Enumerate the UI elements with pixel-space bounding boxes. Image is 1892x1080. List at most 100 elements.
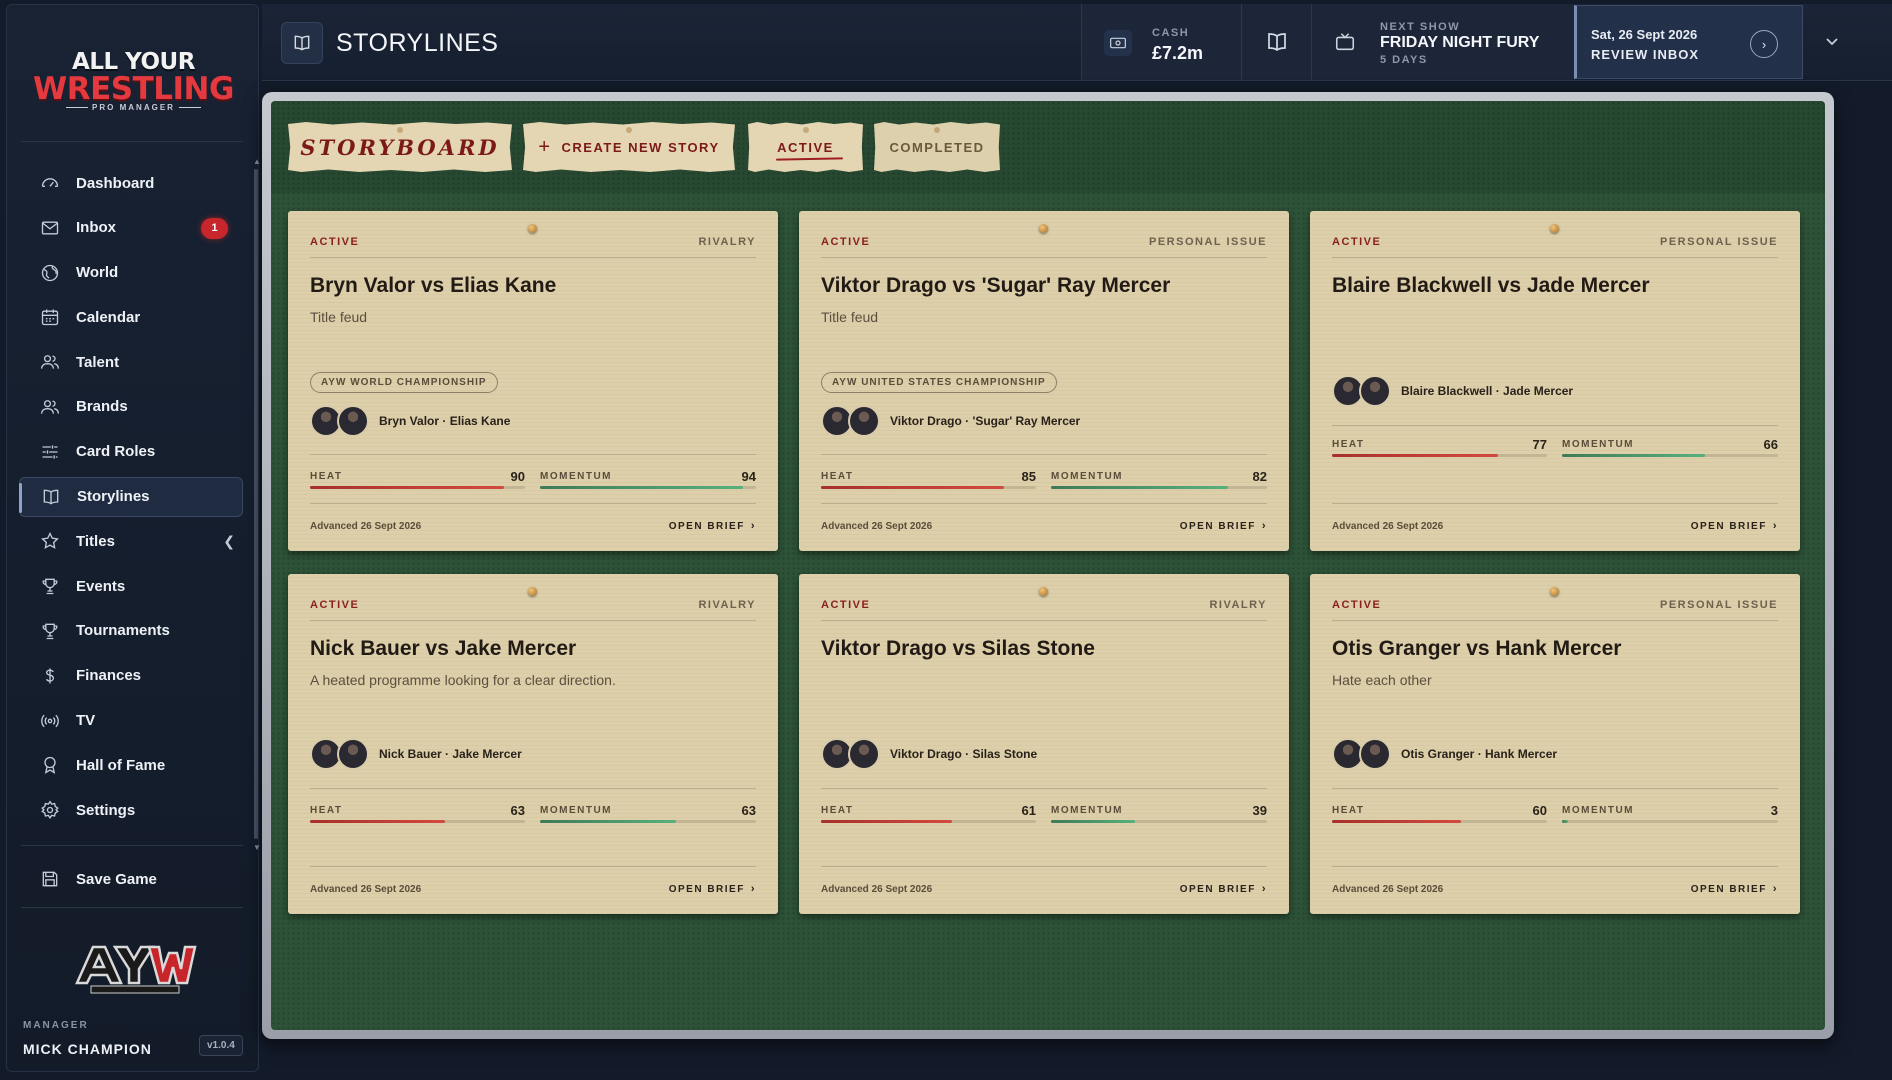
participants: Nick Bauer · Jake Mercer [310,738,522,770]
storyline-type: PERSONAL ISSUE [1660,599,1778,611]
last-advanced-date: Advanced 26 Sept 2026 [1332,884,1444,895]
storyline-card[interactable]: ACTIVE RIVALRY Viktor Drago vs Silas Stone… [799,574,1289,914]
last-advanced-date: Advanced 26 Sept 2026 [821,521,933,532]
cash-display: CASH £7.2m [1081,4,1242,80]
sidebar-item-label: Titles [76,532,115,550]
storyline-title: Bryn Valor vs Elias Kane [310,274,557,297]
sidebar-item-events[interactable]: Events [19,566,243,606]
save-game-button[interactable]: Save Game [19,859,243,899]
sidebar-item-storylines[interactable]: Storylines [19,476,243,517]
momentum-value: 66 [1763,437,1778,452]
momentum-value: 39 [1252,803,1267,818]
participants: Blaire Blackwell · Jade Mercer [1332,375,1573,407]
sidebar-item-world[interactable]: World [19,253,243,293]
divider [21,845,243,846]
dollar-icon [39,665,61,687]
sidebar-scrollbar[interactable]: ▲ ▼ [253,157,261,852]
open-brief-button[interactable]: OPEN BRIEF › [669,883,756,895]
review-inbox-button[interactable]: Sat, 26 Sept 2026 REVIEW INBOX › [1574,5,1803,79]
storyline-card[interactable]: ACTIVE PERSONAL ISSUE Otis Granger vs Hank… [1310,574,1800,914]
collapse-sidebar-icon[interactable]: ❮ [223,533,235,550]
sidebar-item-tv[interactable]: TV [19,701,243,741]
storyline-subtitle: A heated programme looking for a clear d… [310,672,616,688]
participant-names: Viktor Drago · Silas Stone [890,747,1038,761]
participant-names: Blaire Blackwell · Jade Mercer [1401,384,1574,398]
open-brief-button[interactable]: OPEN BRIEF › [1180,883,1267,895]
tab-completed[interactable]: COMPLETED [874,122,1000,172]
storyline-type: RIVALRY [698,236,756,248]
status-badge: ACTIVE [821,599,871,611]
calendar-icon [39,306,61,328]
trophy-icon [39,575,61,597]
plus-icon: + [538,135,552,158]
storyline-card[interactable]: ACTIVE RIVALRY Nick Bauer vs Jake Mercer A … [288,574,778,914]
storyline-title: Viktor Drago vs Silas Stone [821,637,1095,660]
avatar [848,738,880,770]
sidebar-item-brands[interactable]: Brands [19,387,243,427]
tv-icon [1334,31,1356,53]
cash-icon [1104,30,1132,56]
storyline-subtitle: Title feud [821,309,879,325]
storyline-card[interactable]: ACTIVE PERSONAL ISSUE Viktor Drago vs 'Sug… [799,211,1289,551]
sidebar-item-titles[interactable]: Titles ❮ [19,521,243,561]
sidebar-item-label: TV [76,712,96,730]
storyline-title: Otis Granger vs Hank Mercer [1332,637,1622,660]
sidebar-item-label: Finances [76,667,142,685]
sidebar-item-label: Brands [76,398,128,416]
chevron-right-icon[interactable]: › [1750,30,1778,58]
participants: Viktor Drago · Silas Stone [821,738,1037,770]
storyline-title: Nick Bauer vs Jake Mercer [310,637,577,660]
sidebar-item-label: World [76,264,119,282]
star-icon [39,530,61,552]
next-show-name: FRIDAY NIGHT FURY [1380,34,1540,51]
momentum-value: 3 [1770,803,1778,818]
sidebar-item-card-roles[interactable]: Card Roles [19,432,243,472]
pushpin-icon [1550,587,1559,596]
storyline-subtitle: Hate each other [1332,672,1432,688]
scrollbar-thumb[interactable] [254,169,258,839]
storyboard-heading: STORYBOARD [288,122,512,172]
storylines-shortcut-button[interactable] [1241,4,1312,80]
avatar [1359,738,1391,770]
users-icon [39,396,61,418]
open-brief-button[interactable]: OPEN BRIEF › [669,520,756,532]
book-icon [1265,30,1289,54]
sidebar-item-inbox[interactable]: Inbox 1 [19,208,243,248]
storyboard-frame: STORYBOARD + CREATE NEW STORY ACTIVE COMP… [262,92,1834,1039]
momentum-value: 63 [741,803,756,818]
sidebar-item-finances[interactable]: Finances [19,656,243,696]
save-icon [39,868,61,890]
sidebar-item-dashboard[interactable]: Dashboard [19,163,243,203]
status-badge: ACTIVE [310,236,360,248]
open-brief-button[interactable]: OPEN BRIEF › [1691,883,1778,895]
page-title: STORYLINES [336,29,499,57]
storyline-card[interactable]: ACTIVE PERSONAL ISSUE Blaire Blackwell vs … [1310,211,1800,551]
create-new-story-button[interactable]: + CREATE NEW STORY [523,122,735,172]
sidebar-item-hall-of-fame[interactable]: Hall of Fame [19,745,243,785]
sidebar-item-label: Tournaments [76,622,170,640]
menu-dropdown-button[interactable] [1803,4,1861,80]
open-brief-button[interactable]: OPEN BRIEF › [1180,520,1267,532]
avatar [1359,375,1391,407]
book-icon [40,486,62,508]
chevron-right-icon: › [1261,883,1267,895]
status-badge: ACTIVE [310,599,360,611]
pushpin-icon [528,224,537,233]
next-show-panel[interactable]: NEXT SHOW FRIDAY NIGHT FURY 5 DAYS [1311,4,1575,80]
chevron-right-icon: › [1772,520,1778,532]
avatar [337,738,369,770]
sidebar-item-label: Storylines [77,488,150,506]
storyline-card[interactable]: ACTIVE RIVALRY Bryn Valor vs Elias Kane Tit… [288,211,778,551]
sidebar-item-settings[interactable]: Settings [19,790,243,830]
sidebar-item-talent[interactable]: Talent [19,342,243,382]
storyline-title: Blaire Blackwell vs Jade Mercer [1332,274,1650,297]
sidebar-item-calendar[interactable]: Calendar [19,297,243,337]
sidebar-item-tournaments[interactable]: Tournaments [19,611,243,651]
storyline-title: Viktor Drago vs 'Sugar' Ray Mercer [821,274,1171,297]
chevron-right-icon: › [1772,883,1778,895]
sidebar-item-label: Hall of Fame [76,756,166,774]
tab-active[interactable]: ACTIVE [748,122,863,172]
ayw-logo [71,939,199,995]
open-brief-button[interactable]: OPEN BRIEF › [1691,520,1778,532]
inbox-count-badge: 1 [201,217,228,239]
